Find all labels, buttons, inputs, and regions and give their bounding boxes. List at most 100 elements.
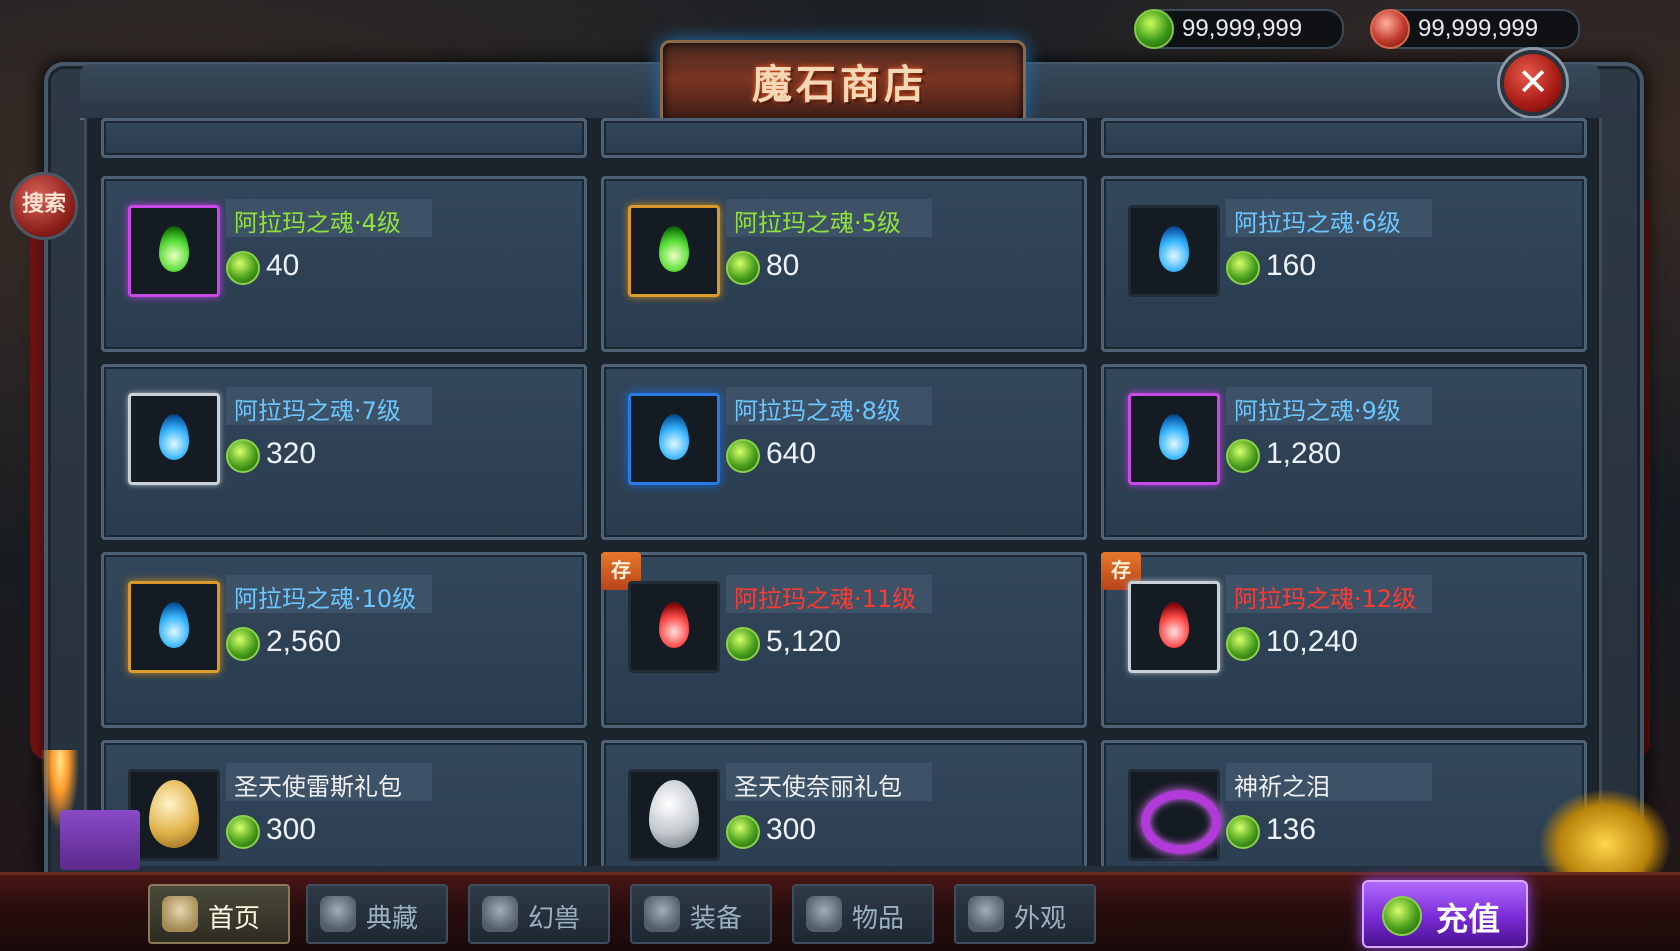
tab-items[interactable]: 物品 (792, 884, 934, 944)
item-name: 圣天使奈丽礼包 (734, 773, 902, 801)
gift-box-icon (806, 896, 842, 932)
item-card-partial (1101, 118, 1587, 158)
item-icon-frame (128, 205, 220, 297)
item-price: 5,120 (766, 625, 842, 658)
blue-soul-flame-icon (159, 414, 189, 460)
green-gem-icon (226, 439, 260, 473)
green-gem-icon (726, 627, 760, 661)
recharge-button[interactable]: 充值 (1362, 880, 1528, 948)
item-name: 阿拉玛之魂·6级 (1234, 209, 1401, 237)
green-gem-icon (1382, 896, 1422, 936)
item-price: 640 (766, 437, 817, 470)
currency-balance-gems: 99,999,999 (1134, 9, 1344, 49)
tab-collection[interactable]: 典藏 (306, 884, 448, 944)
item-card[interactable]: 阿拉玛之魂·7级 320 (101, 364, 587, 540)
item-card[interactable]: 神祈之泪 136 (1101, 740, 1587, 866)
currency-balance-gift-gems: 99,999,999 (1370, 9, 1580, 49)
green-gem-icon (226, 815, 260, 849)
item-card[interactable]: 圣天使奈丽礼包 300 (601, 740, 1087, 866)
white-egg-icon (649, 780, 699, 848)
tab-label: 首页 (208, 904, 261, 934)
axe-icon (644, 896, 680, 932)
item-grid[interactable]: 阿拉玛之魂·4级 40 阿拉玛之魂·5级 80 阿拉玛之魂·6级 160 阿拉玛… (84, 118, 1602, 866)
compass-icon (162, 896, 198, 932)
green-gem-icon (726, 815, 760, 849)
item-icon-frame (1128, 393, 1220, 485)
item-icon-frame (128, 393, 220, 485)
item-price: 136 (1266, 813, 1317, 846)
gift-decoration (60, 810, 140, 870)
item-price: 160 (1266, 249, 1317, 282)
green-gem-icon (226, 251, 260, 285)
item-name: 阿拉玛之魂·5级 (734, 209, 901, 237)
item-card[interactable]: 阿拉玛之魂·6级 160 (1101, 176, 1587, 352)
item-name: 阿拉玛之魂·12级 (1234, 585, 1417, 613)
tab-appearance[interactable]: 外观 (954, 884, 1096, 944)
item-card[interactable]: 阿拉玛之魂·5级 80 (601, 176, 1087, 352)
search-button[interactable]: 搜索 (10, 172, 78, 240)
item-icon-frame (628, 769, 720, 861)
blue-soul-flame-icon (1159, 226, 1189, 272)
collection-icon (320, 896, 356, 932)
green-gem-icon (1226, 815, 1260, 849)
item-price: 10,240 (1266, 625, 1358, 658)
item-card-partial (101, 118, 587, 158)
gift-gem-icon (1370, 9, 1410, 49)
tab-label: 幻兽 (528, 904, 581, 934)
item-icon-frame (1128, 769, 1221, 861)
beast-icon (482, 896, 518, 932)
item-card-partial (601, 118, 1087, 158)
purple-ring-icon (1141, 790, 1221, 854)
cloak-icon (968, 896, 1004, 932)
item-icon-frame (1128, 205, 1220, 297)
red-soul-flame-icon (1159, 602, 1189, 648)
item-price: 2,560 (266, 625, 342, 658)
item-card[interactable]: 阿拉玛之魂·8级 640 (601, 364, 1087, 540)
tab-equipment[interactable]: 装备 (630, 884, 772, 944)
item-card[interactable]: 阿拉玛之魂·10级 2,560 (101, 552, 587, 728)
tab-label: 外观 (1014, 904, 1067, 934)
green-gem-icon (1226, 251, 1260, 285)
blue-soul-flame-icon (659, 414, 689, 460)
item-icon-frame (628, 393, 720, 485)
gold-pile-decoration (1540, 790, 1670, 880)
blue-soul-flame-icon (1159, 414, 1189, 460)
item-name: 阿拉玛之魂·4级 (234, 209, 401, 237)
item-card[interactable]: 阿拉玛之魂·9级 1,280 (1101, 364, 1587, 540)
currency-value: 99,999,999 (1418, 15, 1539, 42)
page-title: 魔石商店 (752, 62, 928, 108)
item-price: 300 (766, 813, 817, 846)
item-price: 80 (766, 249, 800, 282)
green-gem-icon (1134, 9, 1174, 49)
close-button[interactable]: ✕ (1500, 50, 1566, 116)
item-name: 圣天使雷斯礼包 (234, 773, 402, 801)
green-soul-flame-icon (159, 226, 189, 272)
item-icon-frame (128, 581, 220, 673)
item-name: 神祈之泪 (1234, 773, 1330, 801)
item-card[interactable]: 存 阿拉玛之魂·11级 5,120 (601, 552, 1087, 728)
item-price: 1,280 (1266, 437, 1342, 470)
green-gem-icon (1226, 439, 1260, 473)
item-name: 阿拉玛之魂·10级 (234, 585, 417, 613)
tab-label: 典藏 (366, 904, 419, 934)
item-icon-frame (628, 581, 720, 673)
golden-egg-icon (149, 780, 199, 848)
item-card[interactable]: 圣天使雷斯礼包 300 (101, 740, 587, 866)
tab-label: 物品 (852, 904, 905, 934)
green-gem-icon (226, 627, 260, 661)
item-icon-frame (628, 205, 720, 297)
green-gem-icon (726, 251, 760, 285)
tab-home[interactable]: 首页 (148, 884, 290, 944)
item-card[interactable]: 存 阿拉玛之魂·12级 10,240 (1101, 552, 1587, 728)
item-price: 40 (266, 249, 300, 282)
tab-label: 装备 (690, 904, 743, 934)
tab-beast[interactable]: 幻兽 (468, 884, 610, 944)
green-soul-flame-icon (659, 226, 689, 272)
item-card[interactable]: 阿拉玛之魂·4级 40 (101, 176, 587, 352)
currency-value: 99,999,999 (1182, 15, 1303, 42)
item-price: 300 (266, 813, 317, 846)
blue-soul-flame-icon (159, 602, 189, 648)
item-name: 阿拉玛之魂·7级 (234, 397, 401, 425)
item-icon-frame (128, 769, 220, 861)
red-soul-flame-icon (659, 602, 689, 648)
